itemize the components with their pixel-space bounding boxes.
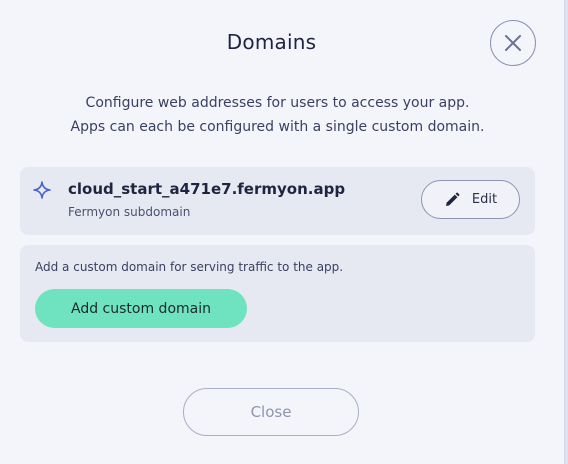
edit-button[interactable]: Edit bbox=[421, 180, 520, 219]
subdomain-card: cloud_start_a471e7.fermyon.app Fermyon s… bbox=[20, 167, 535, 235]
close-icon bbox=[505, 35, 521, 51]
description-line-1: Configure web addresses for users to acc… bbox=[85, 95, 470, 111]
close-button[interactable]: Close bbox=[183, 388, 359, 436]
subdomain-name: cloud_start_a471e7.fermyon.app bbox=[68, 180, 346, 198]
custom-domain-hint: Add a custom domain for serving traffic … bbox=[35, 260, 344, 274]
sparkle-icon bbox=[33, 181, 51, 199]
edit-button-label: Edit bbox=[471, 192, 498, 207]
add-custom-domain-button[interactable]: Add custom domain bbox=[35, 289, 247, 328]
modal-description: Configure web addresses for users to acc… bbox=[0, 91, 555, 139]
close-modal-button[interactable] bbox=[490, 20, 536, 66]
pencil-icon bbox=[445, 192, 460, 206]
add-custom-domain-label: Add custom domain bbox=[71, 300, 211, 317]
custom-domain-card: Add a custom domain for serving traffic … bbox=[20, 245, 535, 342]
close-button-label: Close bbox=[250, 403, 292, 421]
domains-modal: Domains Configure web addresses for user… bbox=[0, 0, 565, 464]
modal-title: Domains bbox=[226, 30, 317, 54]
subdomain-label: Fermyon subdomain bbox=[68, 205, 191, 219]
description-line-2: Apps can each be configured with a singl… bbox=[70, 119, 485, 135]
